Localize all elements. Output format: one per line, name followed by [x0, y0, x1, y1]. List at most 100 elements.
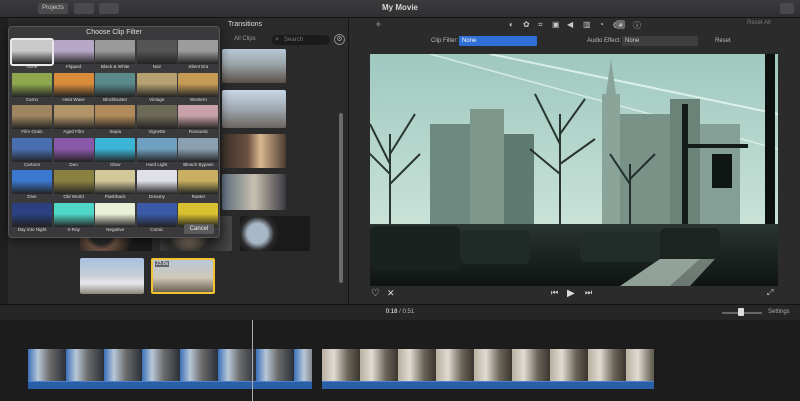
media-browser: Transitions All Clips ⌕ Search ⚙ 23.8s C…: [0, 18, 348, 304]
browser-clip[interactable]: [222, 174, 286, 210]
filter-option[interactable]: Comic: [136, 202, 177, 235]
timeline-clip-1[interactable]: [28, 349, 312, 401]
filter-thumbnail: [136, 170, 177, 194]
skip-forward-icon[interactable]: ⏭: [585, 288, 592, 298]
filter-thumbnail: [53, 40, 94, 64]
search-input[interactable]: ⌕ Search: [272, 35, 330, 45]
clip-filter-popover: Choose Clip Filter None Flipped Black & Wh…: [8, 26, 220, 238]
filter-option[interactable]: Dreamy: [136, 170, 177, 202]
share-button[interactable]: [780, 3, 794, 14]
browser-clip[interactable]: [80, 258, 144, 294]
filter-option[interactable]: Hard Light: [136, 137, 177, 170]
filter-option[interactable]: Old World: [53, 170, 94, 202]
clip-filter-icon[interactable]: ◕: [616, 20, 625, 29]
info-icon[interactable]: ⓘ: [633, 20, 641, 31]
filter-thumbnail: [178, 170, 219, 194]
filter-label: Old World: [63, 194, 84, 199]
filter-option[interactable]: Silent Era: [178, 40, 219, 72]
reset-all-button[interactable]: Reset All: [747, 20, 771, 26]
filter-label: Negative: [106, 226, 125, 232]
timeline-clip-2[interactable]: [322, 349, 654, 401]
heart-icon[interactable]: ♡: [371, 288, 380, 299]
filter-option[interactable]: Flipped: [53, 40, 94, 72]
filter-option[interactable]: Aged Film: [53, 105, 94, 137]
browser-clip[interactable]: [222, 134, 286, 168]
reject-icon[interactable]: ✕: [387, 288, 395, 299]
zoom-slider-knob[interactable]: [738, 308, 744, 316]
filter-option[interactable]: Negative: [95, 202, 136, 235]
gear-icon[interactable]: ⚙: [334, 34, 345, 45]
filter-option[interactable]: Western: [178, 72, 219, 105]
filter-option[interactable]: Blockbuster: [95, 72, 136, 105]
filter-option[interactable]: Vintage: [136, 72, 177, 105]
filter-thumbnail: [10, 38, 54, 66]
filter-option[interactable]: Noir: [136, 40, 177, 72]
filter-option[interactable]: Camo: [12, 72, 52, 105]
filter-settings-row: Clip Filter: None Audio Effect: None Res…: [349, 36, 800, 48]
window-title: My Movie: [381, 3, 418, 12]
filter-thumbnail: [178, 137, 219, 162]
cancel-button[interactable]: Cancel: [184, 224, 214, 234]
playback-controls: ♡ ✕ ⏮ ▶ ⏭ ⤢: [349, 288, 800, 304]
color-correction-icon[interactable]: ✿: [523, 20, 530, 29]
browser-clip[interactable]: [240, 216, 310, 251]
selected-browser-clip[interactable]: 23.8s: [151, 258, 215, 294]
stabilization-icon[interactable]: ▣: [552, 20, 560, 29]
filter-label: X-Ray: [67, 226, 80, 232]
timeline-settings-button[interactable]: Settings: [768, 309, 790, 315]
browser-scrollbar[interactable]: [339, 113, 343, 283]
browser-tabs: Transitions: [220, 18, 348, 32]
all-clips-filter[interactable]: All Clips: [234, 36, 256, 42]
filter-label: Sepia: [109, 129, 122, 134]
browser-clip[interactable]: [222, 90, 286, 128]
filter-label: Comic: [150, 226, 164, 232]
equalizer-icon[interactable]: ▥: [583, 20, 591, 29]
filter-label: Glow: [109, 161, 121, 167]
magic-wand-icon[interactable]: ✧: [375, 20, 382, 29]
playhead[interactable]: [252, 320, 253, 401]
filter-option[interactable]: Black & White: [95, 40, 136, 72]
filter-thumbnail: [95, 72, 136, 97]
filter-option[interactable]: None: [10, 38, 54, 72]
filter-option[interactable]: Glow: [95, 137, 136, 170]
filter-label: Dive: [27, 194, 37, 199]
filter-thumbnail: [12, 137, 52, 162]
video-frame: [370, 54, 778, 286]
filter-option[interactable]: Duo: [53, 137, 94, 170]
clip-filter-dropdown[interactable]: None: [459, 36, 537, 46]
audio-effect-label: Audio Effect:: [587, 38, 621, 44]
filter-label: Camo: [25, 96, 39, 102]
color-balance-icon[interactable]: ◐: [509, 20, 514, 29]
filter-option[interactable]: Cartoon: [12, 137, 52, 170]
filter-label: Day into Night: [17, 226, 47, 232]
time-separator: /: [399, 309, 401, 315]
reset-button[interactable]: Reset: [715, 38, 731, 44]
filter-option[interactable]: Romantic: [178, 105, 219, 137]
audio-effect-dropdown[interactable]: None: [622, 36, 698, 46]
filter-option[interactable]: Heat Wave: [53, 72, 94, 105]
filter-label: Flashback: [104, 194, 126, 199]
filter-option[interactable]: Dive: [12, 170, 52, 202]
fullscreen-icon[interactable]: ⤢: [767, 288, 773, 298]
filter-option[interactable]: Film Grain: [12, 105, 52, 137]
speed-icon[interactable]: ◔: [599, 20, 604, 29]
browser-search-row: All Clips ⌕ Search ⚙: [220, 34, 348, 48]
filter-thumbnail: [95, 137, 136, 162]
play-icon[interactable]: ▶: [567, 288, 575, 299]
filter-option[interactable]: Flashback: [95, 170, 136, 202]
total-time: 0:51: [402, 309, 415, 315]
filter-option[interactable]: Raster: [178, 170, 219, 202]
crop-icon[interactable]: ⌗: [538, 20, 543, 30]
filter-option[interactable]: Day into Night: [12, 202, 52, 235]
filter-label: Romantic: [188, 129, 209, 134]
browser-clip[interactable]: [222, 49, 286, 83]
filter-option[interactable]: X-Ray: [53, 202, 94, 235]
filter-option[interactable]: Bleach Bypass: [178, 137, 219, 170]
filter-option[interactable]: Sepia: [95, 105, 136, 137]
filter-option[interactable]: Vignette: [136, 105, 177, 137]
volume-icon[interactable]: ◀: [567, 20, 573, 29]
filter-thumbnail: [178, 40, 219, 64]
timeline: [0, 320, 800, 401]
skip-back-icon[interactable]: ⏮: [551, 288, 558, 298]
tab-transitions[interactable]: Transitions: [228, 21, 262, 28]
